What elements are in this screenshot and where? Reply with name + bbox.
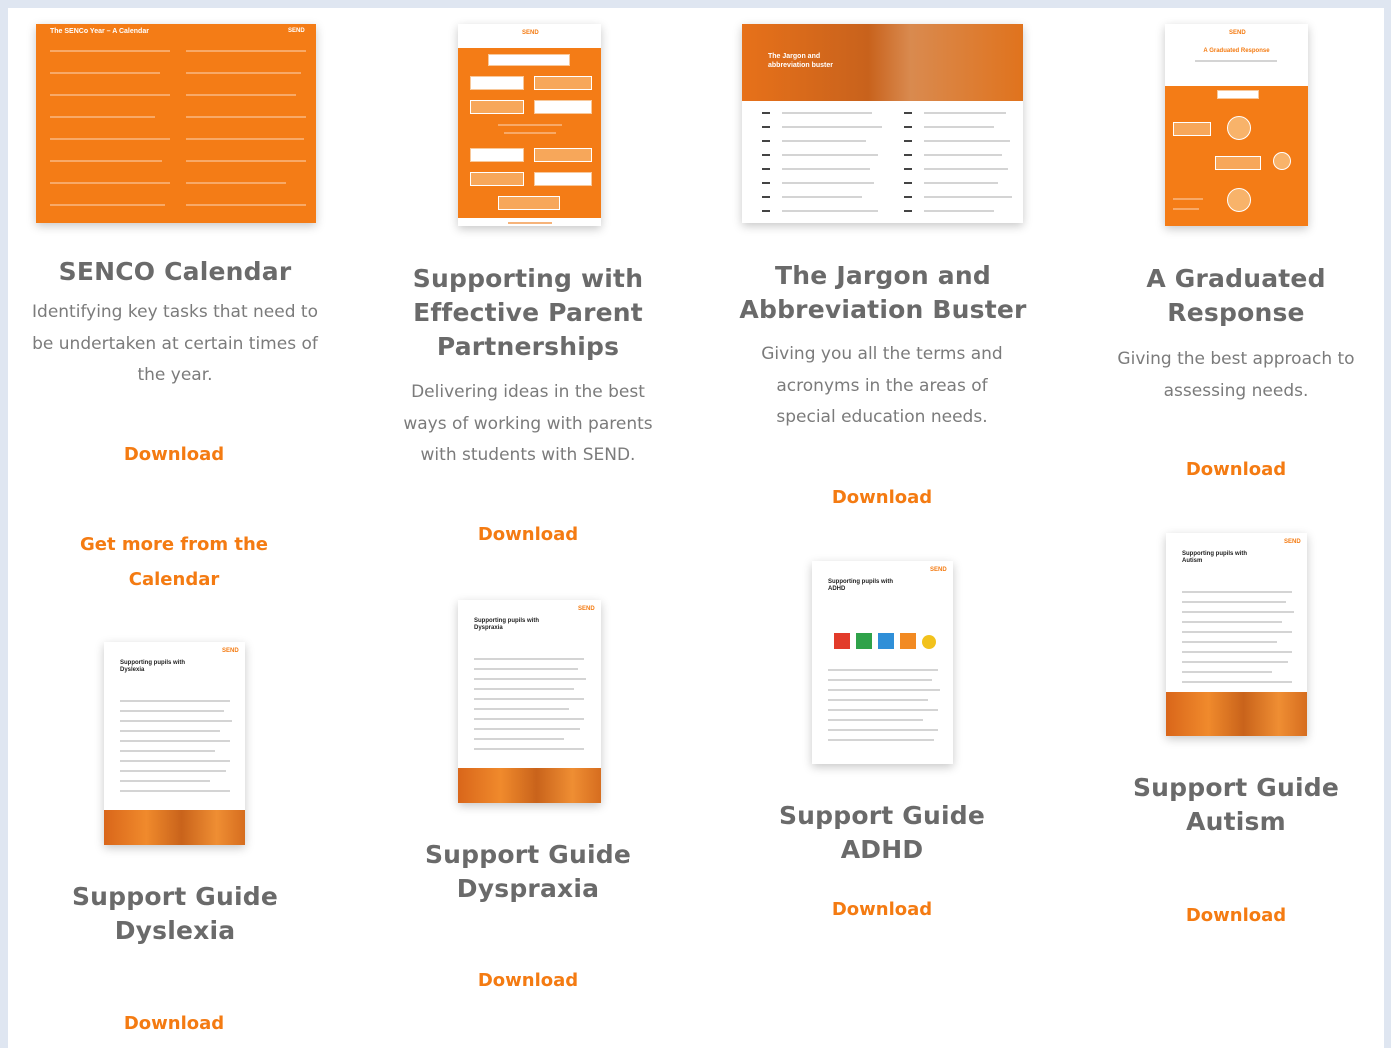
autism-guide-thumbnail[interactable]: Supporting pupils with Autism SEND [1166, 533, 1307, 736]
senco-calendar-title: SENCO Calendar [58, 257, 292, 286]
parent-partnerships-title: Supporting with Effective Parent Partner… [412, 264, 644, 361]
send-logo-icon: SEND [578, 606, 595, 612]
dyslexia-guide-title: Support Guide Dyslexia [71, 882, 279, 945]
parent-partnerships-description: Delivering ideas in the best ways of wor… [403, 382, 653, 465]
senco-calendar-thumbnail[interactable]: The SENCo Year – A Calendar SEND [36, 24, 316, 223]
adhd-guide-title: Support Guide ADHD [778, 801, 986, 864]
dyspraxia-guide-download-link[interactable]: Download [428, 963, 628, 998]
graduated-response-thumbnail[interactable]: SEND A Graduated Response [1165, 24, 1308, 226]
senco-calendar-description: Identifying key tasks that need to be un… [32, 302, 318, 385]
autism-guide-title: Support Guide Autism [1132, 773, 1340, 836]
parent-partnerships-thumbnail[interactable]: SEND [458, 24, 601, 226]
adhd-guide-thumbnail[interactable]: Supporting pupils with ADHD SEND [812, 561, 953, 764]
dyslexia-guide-thumbnail[interactable]: Supporting pupils with Dyslexia SEND [104, 642, 245, 845]
jargon-buster-description: Giving you all the terms and acronyms in… [761, 344, 1003, 427]
thumb-heading: Supporting pupils with Dyslexia [120, 660, 185, 673]
jargon-buster-download-link[interactable]: Download [782, 480, 982, 515]
graduated-response-title: A Graduated Response [1146, 264, 1326, 327]
thumb-heading: Supporting pupils with Dyspraxia [474, 618, 539, 631]
send-logo-icon: SEND [1229, 30, 1246, 36]
dyslexia-guide-download-link[interactable]: Download [74, 1006, 274, 1041]
senco-calendar-more-link[interactable]: Get more from the Calendar [59, 527, 289, 597]
adhd-guide-download-link[interactable]: Download [782, 892, 982, 927]
autism-guide-download-link[interactable]: Download [1136, 898, 1336, 933]
thumb-heading: Supporting pupils with ADHD [828, 579, 893, 592]
send-logo-icon: SEND [522, 30, 539, 36]
graduated-response-description: Giving the best approach to assessing ne… [1117, 349, 1355, 401]
dyspraxia-guide-thumbnail[interactable]: Supporting pupils with Dyspraxia SEND [458, 600, 601, 803]
send-logo-icon: SEND [1284, 539, 1301, 545]
thumb-heading: A Graduated Response [1203, 48, 1270, 54]
jargon-buster-title: The Jargon and Abbreviation Buster [739, 261, 1027, 324]
thumb-heading: The SENCo Year – A Calendar [50, 28, 149, 35]
dyspraxia-guide-title: Support Guide Dyspraxia [424, 840, 632, 903]
thumb-heading: Supporting pupils with Autism [1182, 551, 1247, 564]
send-logo-icon: SEND [288, 28, 305, 34]
parent-partnerships-download-link[interactable]: Download [428, 517, 628, 552]
graduated-response-download-link[interactable]: Download [1136, 452, 1336, 487]
send-logo-icon: SEND [930, 567, 947, 573]
senco-calendar-download-link[interactable]: Download [74, 437, 274, 472]
thumb-heading: The Jargon and abbreviation buster [768, 53, 833, 69]
send-logo-icon: SEND [222, 648, 239, 654]
jargon-buster-thumbnail[interactable]: The Jargon and abbreviation buster [742, 24, 1023, 223]
